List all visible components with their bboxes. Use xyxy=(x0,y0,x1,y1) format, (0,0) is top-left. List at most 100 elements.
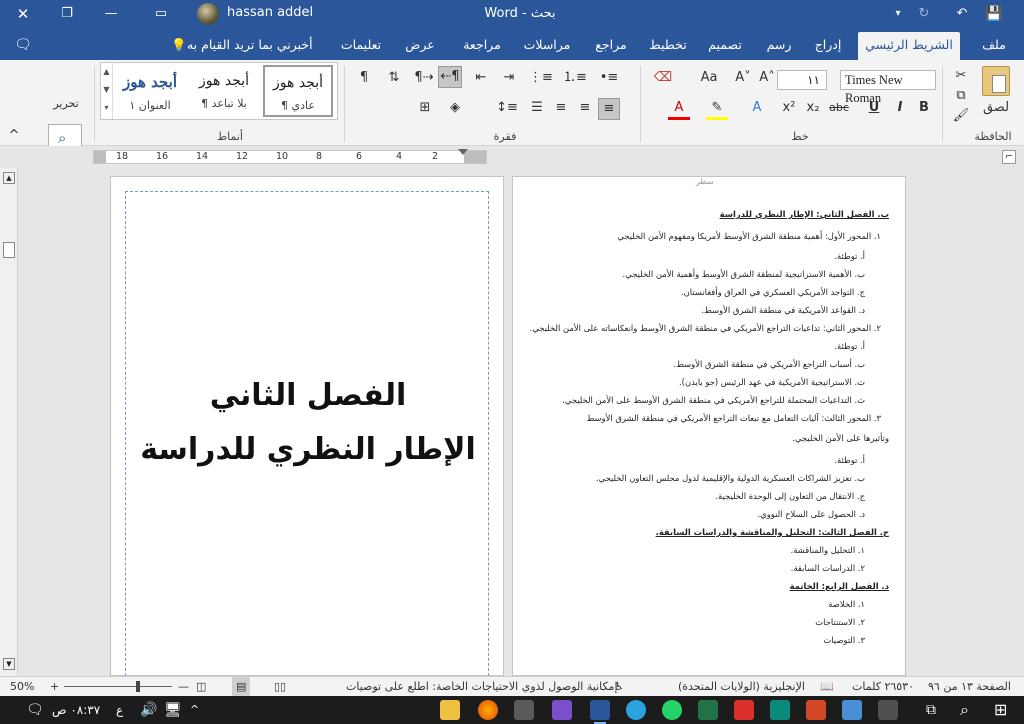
increase-indent-icon[interactable]: ⇥ xyxy=(498,68,520,90)
font-color-icon[interactable]: A xyxy=(668,98,690,120)
multilevel-list-icon[interactable]: ⋮≡ xyxy=(528,68,554,90)
indent-marker[interactable] xyxy=(458,149,468,155)
list-item[interactable]: ث. التداعيات المحتملة للتراجع الأمريكي ف… xyxy=(562,395,865,405)
numbering-icon[interactable]: ⒈≡ xyxy=(562,68,588,90)
powerpoint-icon[interactable] xyxy=(806,700,826,720)
list-item[interactable]: ج. الفصل الثالث: التحليل والمناقشة والدر… xyxy=(656,527,889,537)
publisher-icon[interactable] xyxy=(770,700,790,720)
list-item[interactable]: ٣. المحور الثالث: آليات التعامل مع تبعات… xyxy=(587,413,881,423)
tab-selector[interactable]: ⌐ xyxy=(1002,150,1016,164)
copy-icon[interactable]: ⧉ xyxy=(950,86,972,108)
username-label[interactable]: hassan addel xyxy=(227,0,313,26)
text-effects-icon[interactable]: A xyxy=(746,98,768,120)
start-icon[interactable]: ⊞ xyxy=(994,696,1007,724)
read-mode-icon[interactable]: ▯▯ xyxy=(274,677,286,696)
web-layout-icon[interactable]: ◫ xyxy=(196,677,206,696)
line-spacing-icon[interactable]: ↕≡ xyxy=(496,98,518,120)
list-item[interactable]: ب. الفصل الثاني: الإطار النظري للدراسة xyxy=(720,209,889,219)
tab-layout[interactable]: تخطيط xyxy=(645,32,691,60)
format-painter-icon[interactable]: 🖌 xyxy=(950,106,972,128)
paste-button[interactable]: لصق xyxy=(976,98,1016,120)
page-left[interactable]: الفصل الثاني الإطار النظري للدراسة xyxy=(110,176,504,681)
list-item[interactable]: ت. الاستراتيجية الأمريكية في عهد الرئيس … xyxy=(679,377,865,387)
rtl-direction-icon[interactable]: ⇠¶ xyxy=(438,66,462,88)
tab-help[interactable]: تعليمات xyxy=(338,32,384,60)
volume-icon[interactable]: 🔊 xyxy=(140,696,157,724)
show-formatting-icon[interactable]: ¶ xyxy=(354,68,374,90)
editing-label[interactable]: تحرير xyxy=(42,94,90,116)
word-icon[interactable] xyxy=(590,700,610,724)
page-number[interactable]: الصفحة ١٣ من ٩٦ xyxy=(928,677,1011,696)
list-item[interactable]: ١. المحور الأول: أهمية منطقة الشرق الأوس… xyxy=(617,231,881,241)
style-heading-1[interactable]: أبجد هوز العنوان ١ xyxy=(115,65,185,117)
paste-icon[interactable] xyxy=(982,66,1010,96)
font-size-select[interactable]: ١١ xyxy=(777,70,827,90)
zoom-slider[interactable] xyxy=(64,681,172,692)
shrink-font-icon[interactable]: A˅ xyxy=(732,68,754,90)
firefox-icon[interactable] xyxy=(478,700,498,720)
save-icon[interactable]: 💾 xyxy=(982,0,1006,28)
language-status[interactable]: الإنجليزية (الولايات المتحدة) xyxy=(678,677,805,696)
notifications-icon[interactable]: 🗨 xyxy=(26,696,44,724)
collapse-ribbon-icon[interactable]: ^ xyxy=(6,126,22,148)
list-item[interactable]: وتأثيرها على الأمن الخليجي. xyxy=(792,433,889,443)
ribbon-display-options-icon[interactable]: ▭ xyxy=(146,0,176,28)
tab-design[interactable]: تصميم xyxy=(702,32,748,60)
underline-button[interactable]: U xyxy=(864,98,884,120)
justify-icon[interactable]: ☰ xyxy=(526,98,548,120)
comments-icon[interactable]: 🗨 xyxy=(10,32,36,60)
customize-toolbar-icon[interactable]: ▾ xyxy=(888,0,908,28)
accessibility-status[interactable]: إمكانية الوصول لذوي الاحتياجات الخاصة: ا… xyxy=(346,677,618,696)
tab-references[interactable]: مراجع xyxy=(588,32,634,60)
photos-icon[interactable] xyxy=(842,700,862,720)
list-item[interactable]: أ. توطئة. xyxy=(834,455,865,465)
store-icon[interactable] xyxy=(878,700,898,720)
center-icon[interactable]: ≡ xyxy=(574,98,596,120)
list-item[interactable]: ١. الخلاصة xyxy=(828,599,865,609)
tab-review[interactable]: مراجعة xyxy=(456,32,508,60)
tab-home[interactable]: الشريط الرئيسي xyxy=(858,32,960,60)
scroll-up-icon[interactable]: ▲ xyxy=(3,172,15,184)
italic-button[interactable]: I xyxy=(890,98,910,120)
list-item[interactable]: ٣. التوصيات xyxy=(823,635,865,645)
borders-icon[interactable]: ⊞ xyxy=(412,98,438,120)
list-item[interactable]: د. الحصول على السلاح النووي. xyxy=(758,509,866,519)
tell-me-search[interactable]: 💡أخبرني بما تريد القيام به xyxy=(165,32,315,60)
tab-mailings[interactable]: مراسلات xyxy=(518,32,576,60)
bullets-icon[interactable]: •≡ xyxy=(596,68,622,90)
input-language[interactable]: ع xyxy=(116,696,123,724)
acrobat-icon[interactable] xyxy=(734,700,754,720)
scroll-thumb[interactable] xyxy=(3,242,15,258)
ltr-direction-icon[interactable]: ¶⇢ xyxy=(414,68,434,90)
proofing-icon[interactable]: 📖 xyxy=(820,677,834,696)
task-view-icon[interactable]: ⧉ xyxy=(926,696,936,724)
tab-file[interactable]: ملف xyxy=(972,32,1016,60)
list-item[interactable]: ج. التواجد الأمريكي العسكري في العراق وأ… xyxy=(681,287,865,297)
horizontal-ruler[interactable]: 18 16 14 12 10 8 6 4 2 xyxy=(93,149,487,164)
zoom-slider-thumb[interactable] xyxy=(136,681,140,692)
zoom-level[interactable]: 50% xyxy=(10,677,34,696)
tab-insert[interactable]: إدراج xyxy=(808,32,848,60)
print-layout-icon[interactable]: ▤ xyxy=(232,677,251,696)
list-item[interactable]: ب. تعزيز الشراكات العسكرية الدولية والإق… xyxy=(596,473,865,483)
scroll-down-icon[interactable]: ▼ xyxy=(3,658,15,670)
shading-icon[interactable]: ◈ xyxy=(444,98,466,120)
font-name-select[interactable]: Times New Roman xyxy=(840,70,936,105)
page-right[interactable]: سطر ب. الفصل الثاني: الإطار النظري للدرا… xyxy=(512,176,906,676)
list-item[interactable]: أ. توطئة. xyxy=(834,251,865,261)
minimize-icon[interactable]: — xyxy=(96,0,126,28)
list-item[interactable]: ٢. الدراسات السابقة. xyxy=(791,563,865,573)
bold-button[interactable]: B xyxy=(914,98,934,120)
undo-icon[interactable]: ↶ xyxy=(950,0,974,28)
cut-icon[interactable]: ✂ xyxy=(950,66,972,88)
list-item[interactable]: د. الفصل الرابع: الخاتمة xyxy=(790,581,889,591)
change-case-icon[interactable]: Aa xyxy=(696,68,722,90)
clock[interactable]: ٠٨:٣٧ ص xyxy=(52,696,100,724)
list-item[interactable]: ٢. الاستنتاجات xyxy=(815,617,865,627)
calculator-icon[interactable] xyxy=(514,700,534,720)
accessibility-icon[interactable]: ♿ xyxy=(614,677,624,696)
list-item[interactable]: ٢. المحور الثاني: تداعيات التراجع الأمري… xyxy=(530,323,881,333)
sort-icon[interactable]: ⇅ xyxy=(384,68,404,90)
style-normal[interactable]: أبجد هوز ¶ عادي xyxy=(263,65,333,117)
list-item[interactable]: ج. الانتقال من التعاون إلى الوحدة الخليج… xyxy=(715,491,865,501)
